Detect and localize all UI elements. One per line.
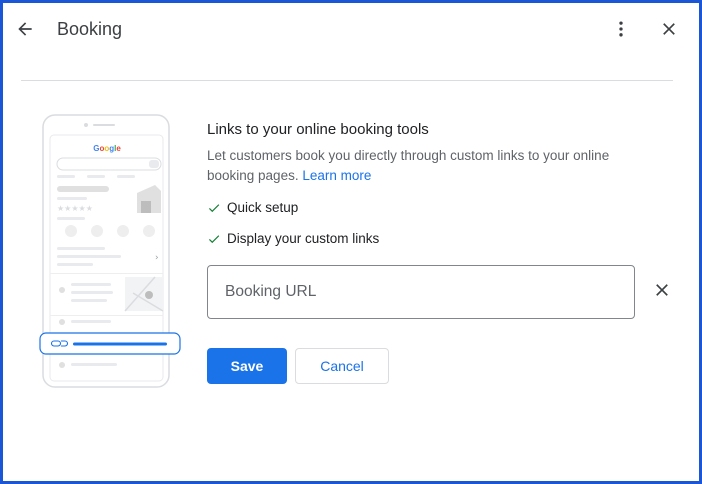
close-icon	[663, 23, 675, 35]
svg-text:›: ›	[155, 253, 159, 263]
feature-item: Display your custom links	[207, 231, 667, 246]
google-logo-text: Google	[93, 144, 121, 153]
booking-url-input[interactable]	[223, 282, 634, 302]
close-button[interactable]	[657, 17, 681, 41]
arrow-back-icon	[18, 22, 32, 36]
more-vert-icon	[619, 21, 623, 37]
close-icon	[656, 284, 668, 296]
dialog-header: Booking	[3, 3, 699, 59]
page-title: Booking	[57, 19, 123, 39]
header-divider	[21, 80, 673, 81]
booking-info: Links to your online booking tools Let c…	[207, 121, 667, 246]
section-heading: Links to your online booking tools	[207, 121, 429, 138]
back-button[interactable]	[13, 17, 37, 41]
learn-more-link[interactable]: Learn more	[302, 168, 371, 183]
section-description: Let customers book you directly through …	[207, 148, 610, 183]
more-options-button[interactable]	[609, 17, 633, 41]
check-icon	[208, 203, 220, 212]
cancel-button[interactable]: Cancel	[295, 348, 389, 384]
booking-url-field[interactable]	[207, 265, 635, 319]
dialog: Booking Google ★★★★★ › Links to your onl…	[0, 0, 702, 484]
check-icon	[208, 234, 220, 243]
feature-item: Quick setup	[207, 200, 667, 215]
phone-illustration: Google ★★★★★ ›	[39, 114, 181, 388]
save-button[interactable]: Save	[207, 348, 287, 384]
remove-link-button[interactable]	[651, 279, 673, 301]
svg-text:★★★★★: ★★★★★	[57, 204, 93, 213]
